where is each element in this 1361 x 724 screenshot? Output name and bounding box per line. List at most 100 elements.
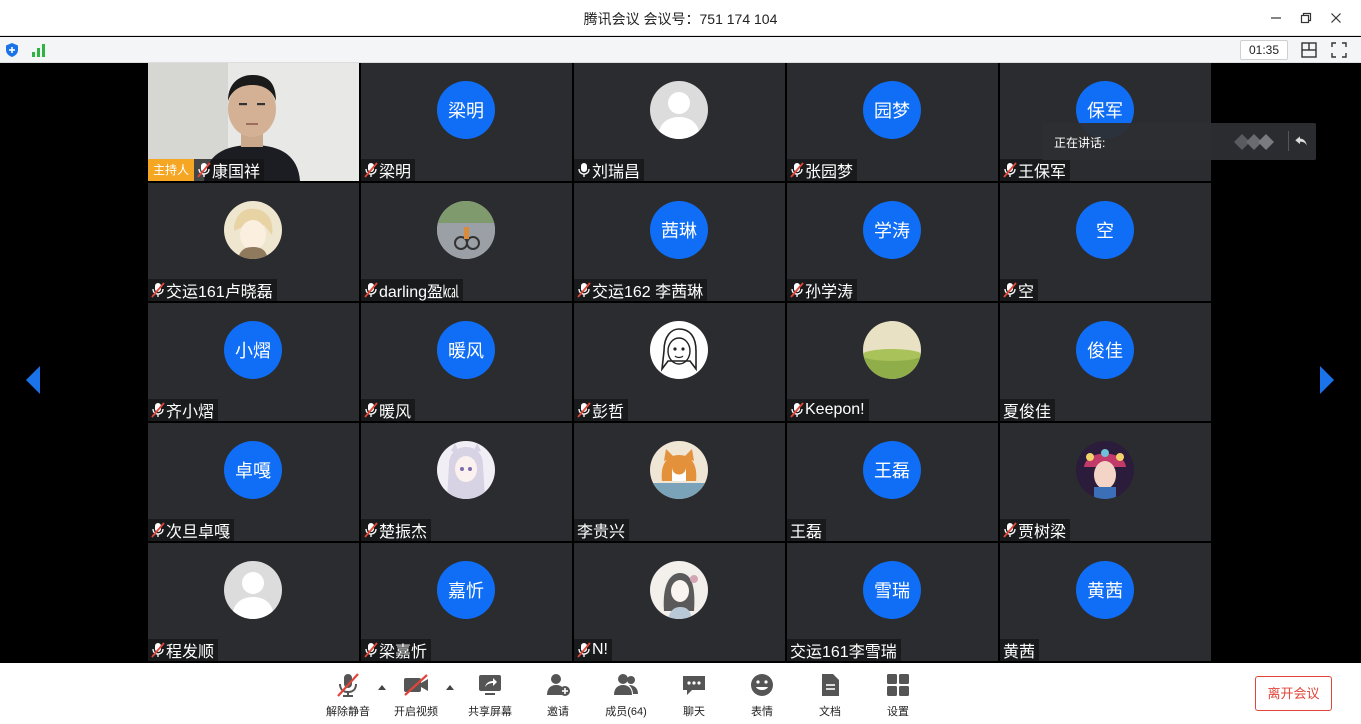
mic-muted-icon (1003, 522, 1017, 538)
initials-avatar: 雪瑞 (863, 561, 921, 619)
participant-name: 次旦卓嘎 (166, 524, 231, 541)
mic-muted-icon (577, 282, 591, 298)
leave-meeting-button[interactable]: 离开会议 (1255, 676, 1332, 711)
participant-tile[interactable]: 李贵兴 (574, 423, 785, 541)
network-signal-icon[interactable] (30, 42, 48, 58)
share-screen-label: 共享屏幕 (468, 706, 512, 718)
participant-namebar: 主持人 康国祥 (148, 159, 265, 181)
participant-tile[interactable]: 雪瑞 交运161李雪瑞 (787, 543, 998, 661)
participant-tile[interactable]: darling盈㎉ (361, 183, 572, 301)
participant-tile[interactable]: 俊佳 夏俊佳 (1000, 303, 1211, 421)
bike-street-avatar (437, 201, 495, 259)
anime-girl-avatar (437, 441, 495, 499)
documents-button[interactable]: 文档 (800, 671, 860, 721)
participant-namebar: 李贵兴 (574, 519, 630, 541)
participant-namebar: 暖风 (361, 399, 416, 421)
participant-tile[interactable]: N! (574, 543, 785, 661)
fullscreen-icon[interactable] (1330, 41, 1348, 59)
participant-name: 贾树梁 (1018, 524, 1067, 541)
participant-namebar: 刘瑞昌 (574, 159, 645, 181)
emoji-button[interactable]: 表情 (732, 671, 792, 721)
unmute-button[interactable]: 解除静音 (318, 671, 378, 721)
security-shield-icon[interactable] (4, 42, 20, 58)
initials-avatar: 卓嘎 (224, 441, 282, 499)
chevron-right-icon (1320, 366, 1334, 394)
members-label: 成员(64) (605, 706, 647, 718)
initials-avatar: 暖风 (437, 321, 495, 379)
participant-name: 黄茜 (1003, 644, 1036, 661)
participant-tile[interactable]: 园梦张园梦 (787, 63, 998, 181)
participant-tile[interactable]: 卓嘎次旦卓嘎 (148, 423, 359, 541)
initials-avatar: 园梦 (863, 81, 921, 139)
participant-tile[interactable]: 保军 王保军 (1000, 63, 1211, 181)
participant-name: darling盈㎉ (379, 284, 460, 301)
restore-icon (1300, 12, 1312, 24)
participant-name: 孙学涛 (805, 284, 854, 301)
restore-button[interactable] (1293, 8, 1319, 28)
participant-tile[interactable]: 黄茜 黄茜 (1000, 543, 1211, 661)
participant-tile[interactable]: Keepon! (787, 303, 998, 421)
participant-namebar: 夏俊佳 (1000, 399, 1056, 421)
participant-tile[interactable]: 暖风 暖风 (361, 303, 572, 421)
mic-muted-icon (151, 522, 165, 538)
sketch-face-avatar (650, 321, 708, 379)
participant-tile[interactable]: 嘉忻 梁嘉忻 (361, 543, 572, 661)
layout-view-icon[interactable] (1300, 41, 1318, 59)
settings-button[interactable]: 设置 (868, 671, 928, 721)
speaker-waveform-icon (1234, 134, 1274, 150)
participant-tile[interactable]: 王磊 王磊 (787, 423, 998, 541)
participant-tile[interactable]: 刘瑞昌 (574, 63, 785, 181)
participant-namebar: 交运161卢晓磊 (148, 279, 277, 301)
participant-namebar: 梁嘉忻 (361, 639, 432, 661)
chat-button[interactable]: 聊天 (664, 671, 724, 721)
mic-muted-icon (364, 282, 378, 298)
mic-muted-icon (790, 162, 804, 178)
participant-name: 程发顺 (166, 644, 215, 661)
share-screen-button[interactable]: 共享屏幕 (460, 671, 520, 721)
mic-muted-icon (577, 642, 591, 658)
participant-name: 夏俊佳 (1003, 404, 1052, 421)
prev-page-arrow[interactable] (22, 363, 44, 397)
opera-avatar (1076, 441, 1134, 499)
status-bar: 01:35 (0, 37, 1361, 63)
members-icon (614, 674, 638, 695)
mic-muted-icon (364, 642, 378, 658)
drawing-girl-avatar (650, 561, 708, 619)
mic-muted-icon (790, 402, 804, 418)
participant-tile[interactable]: 楚振杰 (361, 423, 572, 541)
participant-tile[interactable]: 小熠 齐小熠 (148, 303, 359, 421)
participant-name: 梁嘉忻 (379, 644, 428, 661)
participant-namebar: 交运162 李茜琳 (574, 279, 708, 301)
participant-tile[interactable]: 程发顺 (148, 543, 359, 661)
members-button[interactable]: 成员(64) (596, 671, 656, 721)
close-icon (1331, 13, 1341, 23)
video-options-caret-icon[interactable] (445, 683, 455, 691)
participant-tile[interactable]: 交运161卢晓磊 (148, 183, 359, 301)
participant-name: 李贵兴 (577, 524, 626, 541)
participant-tile[interactable]: 空空 (1000, 183, 1211, 301)
participant-tile[interactable]: 贾树梁 (1000, 423, 1211, 541)
participant-tile[interactable]: 学涛 孙学涛 (787, 183, 998, 301)
default-avatar (224, 561, 282, 619)
mic-muted-icon (364, 162, 378, 178)
participant-name: Keepon! (805, 401, 865, 418)
next-page-arrow[interactable] (1316, 363, 1338, 397)
document-icon (822, 674, 839, 696)
close-button[interactable] (1323, 8, 1349, 28)
participant-namebar: 空 (1000, 279, 1039, 301)
participant-tile[interactable]: 茜琳 交运162 李茜琳 (574, 183, 785, 301)
initials-avatar: 小熠 (224, 321, 282, 379)
participant-tile[interactable]: 梁明 梁明 (361, 63, 572, 181)
invite-button[interactable]: 邀请 (528, 671, 588, 721)
participant-tile[interactable]: 彭哲 (574, 303, 785, 421)
participant-name: 张园梦 (805, 164, 854, 181)
emoji-icon (751, 674, 773, 696)
participant-name: 王保军 (1018, 164, 1067, 181)
start-video-button[interactable]: 开启视频 (386, 671, 446, 721)
minimize-button[interactable] (1263, 8, 1289, 28)
speaking-label: 正在讲话: (1054, 136, 1106, 150)
collapse-speaking-icon[interactable] (1288, 131, 1310, 151)
mic-muted-icon (1003, 162, 1017, 178)
participant-tile[interactable]: 主持人 康国祥 (148, 63, 359, 181)
initials-avatar: 黄茜 (1076, 561, 1134, 619)
